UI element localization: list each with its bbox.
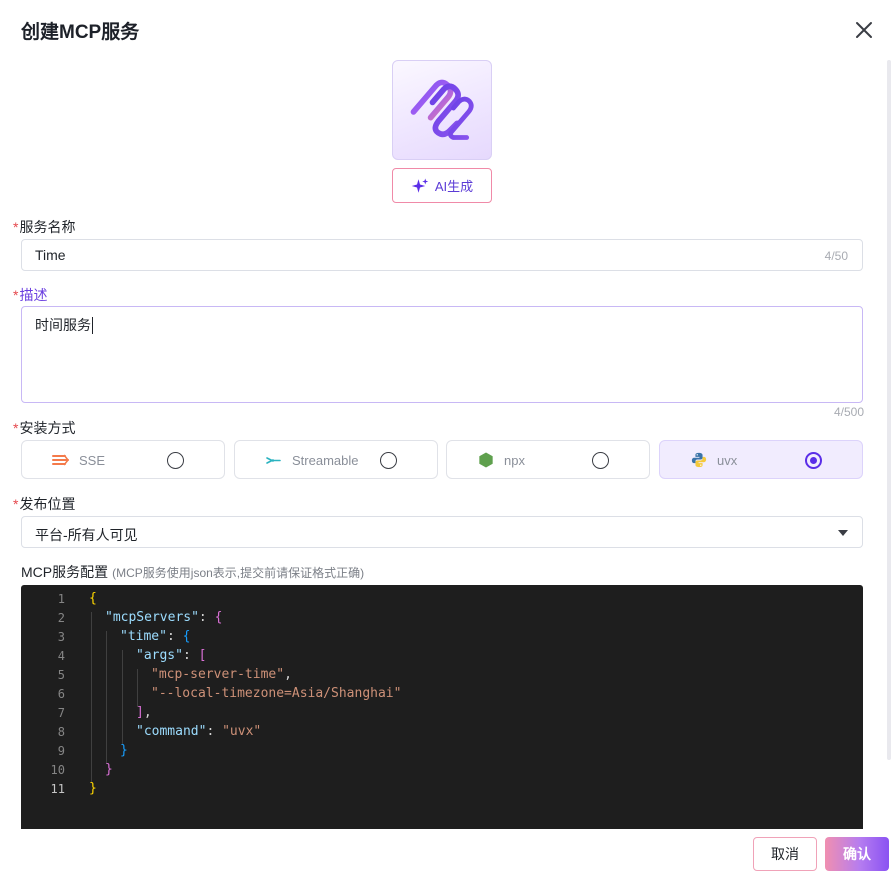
code-token: : xyxy=(206,724,223,739)
required-mark: * xyxy=(13,287,19,303)
code-token: [ xyxy=(198,648,207,663)
sse-icon xyxy=(52,454,69,466)
code-line: 8 "command": "uvx" xyxy=(21,723,863,742)
code-line: 10 } xyxy=(21,761,863,780)
description-char-count: 4/500 xyxy=(833,405,864,419)
chevron-down-icon xyxy=(838,530,848,536)
code-token: "command" xyxy=(136,724,207,739)
code-line: 2 "mcpServers": { xyxy=(21,609,863,628)
cancel-button[interactable]: 取消 xyxy=(753,837,817,871)
radio-button[interactable] xyxy=(380,452,397,469)
code-line: 4 "args": [ xyxy=(21,647,863,666)
line-number: 7 xyxy=(57,706,65,720)
description-label: *描述 xyxy=(13,285,47,305)
service-name-label: *服务名称 xyxy=(13,217,75,237)
line-number: 3 xyxy=(57,630,65,644)
install-method-label: *安装方式 xyxy=(13,418,75,438)
code-token: } xyxy=(120,743,128,758)
code-token: "--local-timezone=Asia/Shanghai" xyxy=(151,686,402,701)
code-line: 1 { xyxy=(21,590,863,609)
code-token: : xyxy=(182,648,199,663)
code-token: } xyxy=(89,781,97,796)
line-number: 8 xyxy=(57,725,65,739)
mcp-config-hint: (MCP服务使用json表示,提交前请保证格式正确) xyxy=(112,566,365,580)
scrollbar[interactable] xyxy=(887,60,891,760)
install-option-label: uvx xyxy=(717,453,738,468)
code-token: "uvx" xyxy=(222,724,262,739)
install-option-npx[interactable]: npx xyxy=(446,440,650,479)
code-token: "time" xyxy=(120,629,167,644)
description-textarea[interactable]: 时间服务 xyxy=(21,306,863,403)
mcp-logo-icon xyxy=(410,79,474,140)
description-value: 时间服务 xyxy=(35,317,93,334)
code-line: 7 ], xyxy=(21,704,863,723)
line-number: 6 xyxy=(57,687,65,701)
install-method-label-text: 安装方式 xyxy=(19,420,76,436)
mcp-config-label-text: MCP服务配置 xyxy=(21,564,109,580)
code-token: { xyxy=(214,610,223,625)
line-number: 10 xyxy=(50,763,65,777)
streamable-icon xyxy=(266,457,281,464)
json-code-editor[interactable]: 1 { 2 "mcpServers": { 3 "time": { 4 "arg… xyxy=(21,585,863,829)
required-mark: * xyxy=(13,420,19,436)
code-line: 5 "mcp-server-time", xyxy=(21,666,863,685)
ai-generate-label: AI生成 xyxy=(434,179,474,194)
code-line: 3 "time": { xyxy=(21,628,863,647)
mcp-config-label: MCP服务配置 (MCP服务使用json表示,提交前请保证格式正确) xyxy=(21,562,364,582)
service-name-input[interactable]: Time 4/50 xyxy=(21,239,863,271)
publish-location-label: *发布位置 xyxy=(13,494,75,514)
install-option-label: SSE xyxy=(79,453,106,468)
line-number-active: 11 xyxy=(50,782,65,796)
line-number: 2 xyxy=(57,611,65,625)
publish-location-value: 平台-所有人可见 xyxy=(35,527,138,543)
dialog-title: 创建MCP服务 xyxy=(21,22,140,43)
code-token: : xyxy=(198,610,215,625)
code-line: 6 "--local-timezone=Asia/Shanghai" xyxy=(21,685,863,704)
service-logo[interactable] xyxy=(392,60,492,160)
radio-button-selected[interactable] xyxy=(805,452,822,469)
code-token: { xyxy=(182,629,191,644)
line-number: 1 xyxy=(57,592,65,606)
code-token: ] xyxy=(136,705,144,720)
line-number: 9 xyxy=(57,744,65,758)
description-label-text: 描述 xyxy=(19,287,48,303)
service-name-value: Time xyxy=(35,247,66,263)
code-line: 9 } xyxy=(21,742,863,761)
code-token: , xyxy=(143,705,152,720)
radio-button[interactable] xyxy=(167,452,184,469)
install-option-label: npx xyxy=(504,453,525,468)
install-option-label: Streamable xyxy=(292,453,359,468)
install-option-uvx[interactable]: uvx xyxy=(659,440,863,479)
code-token: } xyxy=(105,762,113,777)
install-option-streamable[interactable]: Streamable xyxy=(234,440,438,479)
node-hexagon-icon xyxy=(479,452,493,468)
required-mark: * xyxy=(13,219,19,235)
line-number: 4 xyxy=(57,649,65,663)
code-token: "args" xyxy=(136,648,183,663)
service-name-char-count: 4/50 xyxy=(824,249,848,263)
code-token: : xyxy=(166,629,183,644)
code-token: , xyxy=(284,667,292,682)
service-name-label-text: 服务名称 xyxy=(19,219,76,235)
required-mark: * xyxy=(13,496,19,512)
ai-generate-button[interactable]: AI生成 xyxy=(392,168,492,203)
code-token: "mcpServers" xyxy=(105,610,199,625)
line-number: 5 xyxy=(57,668,65,682)
close-icon[interactable] xyxy=(852,18,876,42)
code-token: { xyxy=(89,591,97,606)
python-icon xyxy=(691,452,707,468)
publish-location-select[interactable]: 平台-所有人可见 xyxy=(21,516,863,548)
confirm-button[interactable]: 确认 xyxy=(825,837,889,871)
install-option-sse[interactable]: SSE xyxy=(21,440,225,479)
code-line: 11 } xyxy=(21,780,863,799)
code-token: "mcp-server-time" xyxy=(151,667,285,682)
sparkle-icon xyxy=(411,178,429,193)
publish-location-label-text: 发布位置 xyxy=(19,496,76,512)
radio-button[interactable] xyxy=(592,452,609,469)
